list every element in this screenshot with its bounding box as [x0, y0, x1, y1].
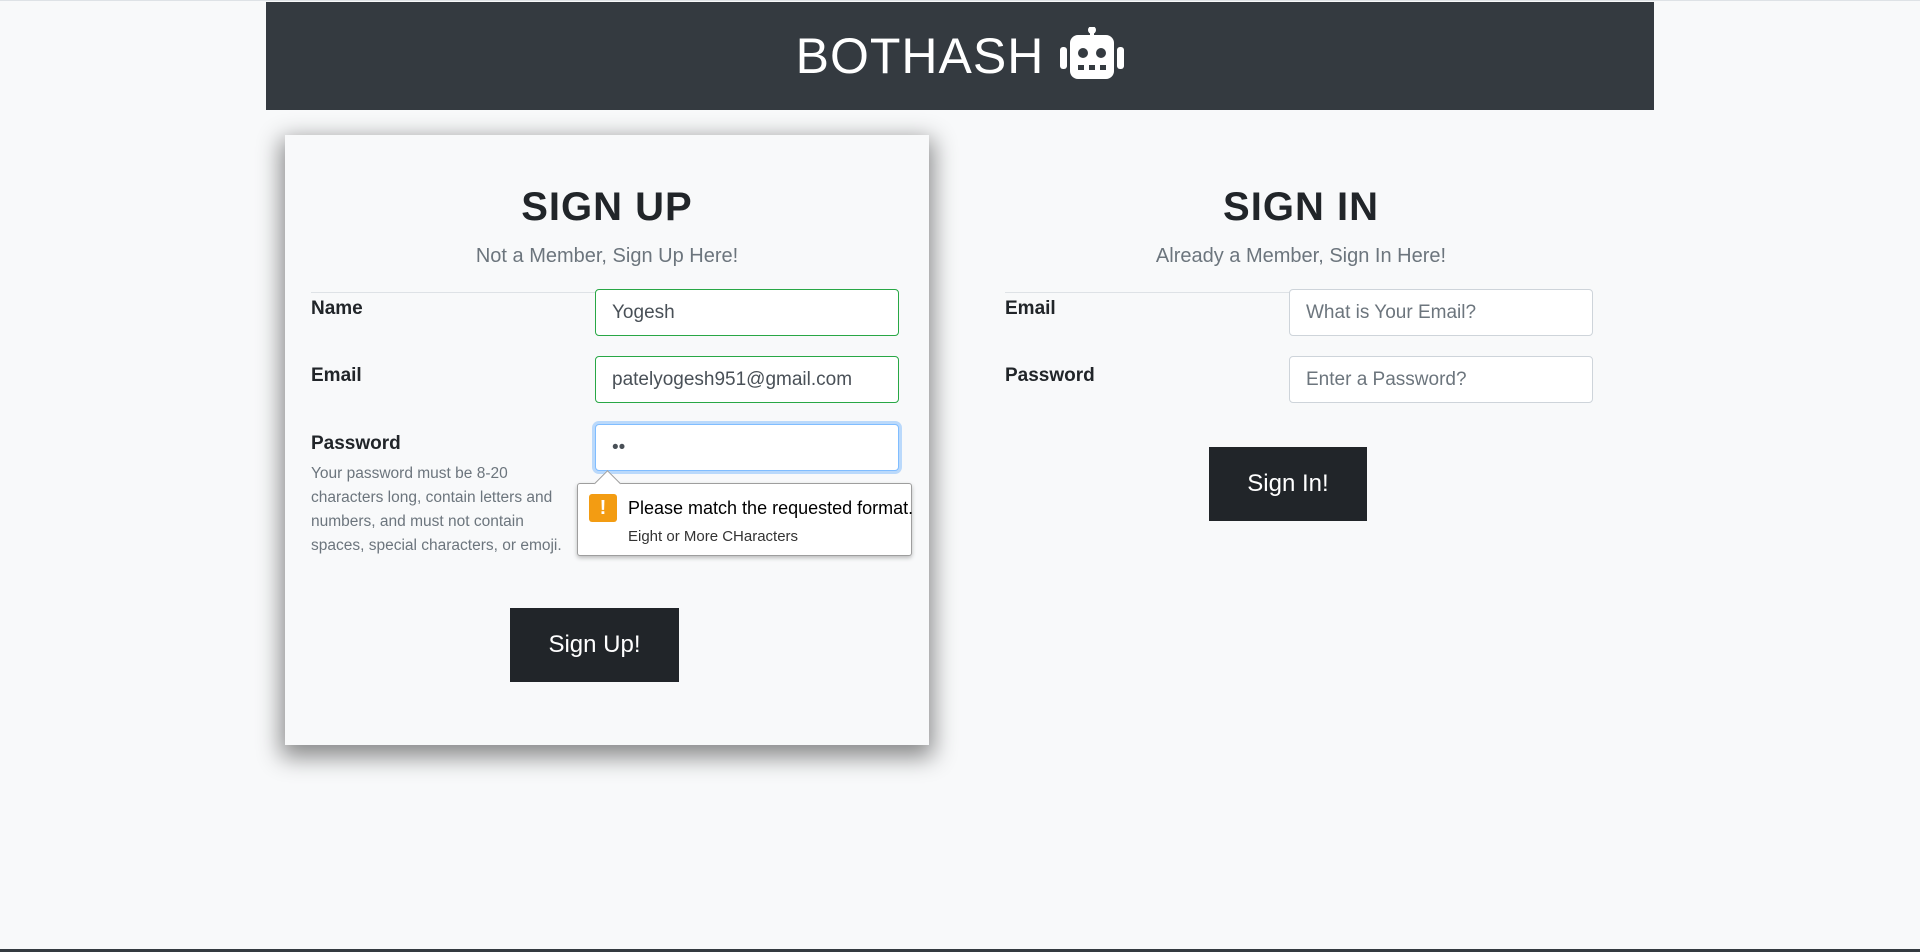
tooltip-detail: Eight or More CHaracters [628, 528, 799, 545]
validation-tooltip: ! Please match the requested format. Eig… [577, 470, 914, 556]
signin-subtitle: Already a Member, Sign In Here! [1155, 245, 1447, 267]
signin-email-label: Email [1005, 298, 1056, 319]
sign-in-button[interactable]: Sign In! [1209, 447, 1367, 521]
warning-icon: ! [589, 494, 617, 522]
password-help-text: Your password must be 8-20 characters lo… [311, 465, 562, 554]
email-label: Email [311, 365, 362, 386]
signin-password-input[interactable] [1289, 356, 1593, 403]
signup-card: SIGN UP Not a Member, Sign Up Here! Name… [285, 135, 929, 745]
tooltip-message: Please match the requested format. [628, 498, 914, 518]
sign-up-button[interactable]: Sign Up! [510, 608, 679, 682]
signup-password-input[interactable] [595, 424, 899, 471]
signup-email-input[interactable] [595, 356, 899, 403]
app-header: BOTHASH [266, 2, 1654, 110]
signup-subtitle: Not a Member, Sign Up Here! [475, 245, 739, 267]
password-label: Password [311, 433, 401, 454]
signin-email-input[interactable] [1289, 289, 1593, 336]
robot-icon [1060, 25, 1125, 86]
brand-title: BOTHASH [795, 28, 1045, 84]
signup-title: SIGN UP [521, 185, 693, 229]
signin-password-label: Password [1005, 365, 1095, 386]
name-input[interactable] [595, 289, 899, 336]
signin-card: SIGN IN Already a Member, Sign In Here! … [979, 135, 1623, 745]
name-label: Name [311, 298, 363, 319]
signin-title: SIGN IN [1223, 185, 1379, 229]
